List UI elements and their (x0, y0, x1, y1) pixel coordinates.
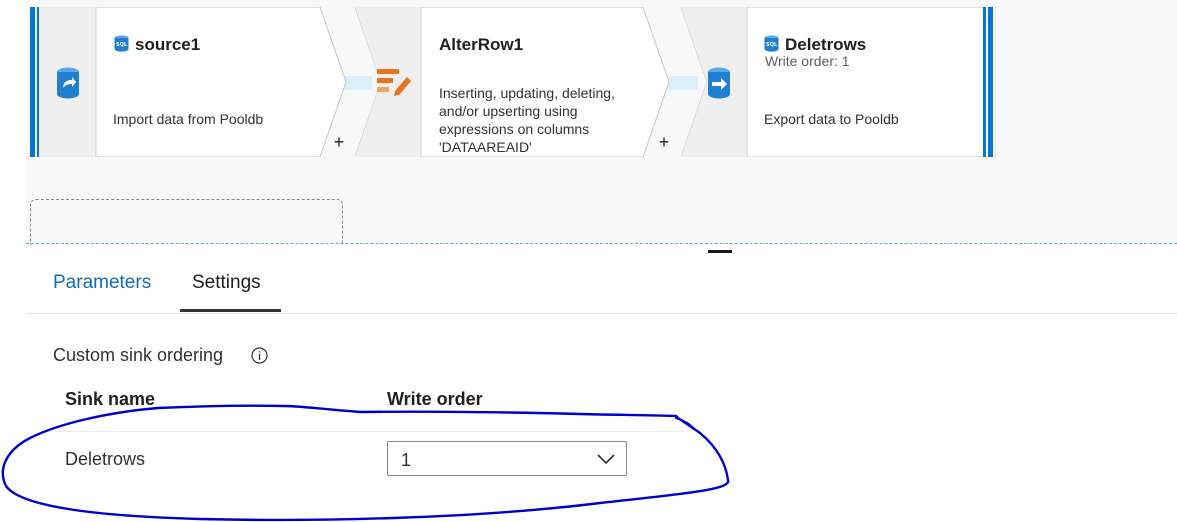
svg-text:SQL: SQL (116, 42, 128, 48)
info-icon[interactable] (251, 347, 268, 364)
active-tab-indicator (180, 309, 281, 312)
panel-resize-handle[interactable] (708, 250, 732, 253)
settings-tab-bar: Parameters Settings (26, 260, 1177, 314)
svg-text:SQL: SQL (766, 42, 778, 48)
source-node[interactable]: SQL source1 Import data from Pooldb (30, 7, 348, 157)
alterrow-node[interactable]: AlterRow1 Inserting, updating, deleting,… (355, 7, 673, 157)
table-cell-sink-name: Deletrows (65, 449, 146, 469)
sink-node-title-row: SQL Deletrows (764, 35, 866, 55)
sql-database-icon: SQL (764, 35, 779, 52)
add-source-placeholder[interactable] (30, 199, 343, 245)
alterrow-node-title: AlterRow1 (439, 35, 524, 54)
table-header-divider (53, 431, 683, 432)
write-order-dropdown[interactable]: 1 (387, 441, 627, 476)
sink-node[interactable]: SQL Deletrows Write order: 1 Export data … (681, 7, 996, 157)
sink-write-order: Write order: 1 (765, 53, 850, 69)
tab-settings[interactable]: Settings (192, 272, 261, 306)
alter-row-icon (377, 69, 411, 96)
source-node-title-row: SQL source1 (114, 35, 200, 55)
alterrow-node-description: Inserting, updating, deleting, and/or up… (439, 85, 615, 155)
sink-node-description: Export data to Pooldb (764, 111, 899, 127)
add-transform-after-source[interactable]: + (331, 133, 347, 151)
database-import-icon (57, 67, 79, 99)
source-node-description: Import data from Pooldb (113, 111, 264, 127)
tab-parameters[interactable]: Parameters (53, 272, 151, 306)
write-order-value: 1 (401, 450, 412, 470)
source-node-title: source1 (135, 35, 201, 54)
database-export-icon (708, 67, 730, 99)
chevron-down-icon (597, 454, 615, 465)
column-header-sink-name: Sink name (65, 389, 156, 409)
sink-node-title: Deletrows (785, 35, 867, 54)
column-header-write-order: Write order (387, 389, 483, 409)
section-title: Custom sink ordering (53, 345, 224, 365)
add-transform-after-alterrow[interactable]: + (656, 133, 672, 151)
sql-database-icon: SQL (114, 35, 129, 52)
